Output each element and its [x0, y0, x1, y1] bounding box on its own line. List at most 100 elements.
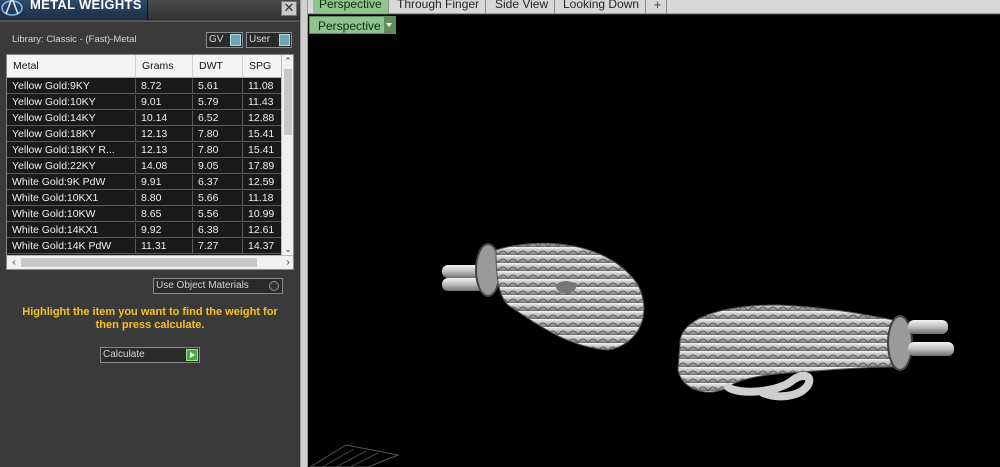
- scroll-up-icon[interactable]: ⌃: [282, 55, 293, 67]
- cell-dwt[interactable]: 6.38: [193, 223, 243, 238]
- cell-metal[interactable]: Yellow Gold:9KY: [7, 79, 136, 94]
- close-icon[interactable]: ✕: [284, 0, 295, 15]
- cell-spg[interactable]: 11.43: [243, 95, 283, 110]
- scroll-down-icon[interactable]: ⌄: [282, 243, 293, 255]
- cell-metal[interactable]: Yellow Gold:22KY: [7, 159, 136, 174]
- table-row[interactable]: Yellow Gold:10KY 9.01 5.79 11.43: [7, 95, 283, 110]
- cell-grams[interactable]: 8.72: [136, 79, 193, 94]
- cell-dwt[interactable]: 5.56: [193, 207, 243, 222]
- cell-grams[interactable]: 14.08: [136, 159, 193, 174]
- table-row[interactable]: White Gold:14K PdW 11.31 7.27 14.37: [7, 239, 283, 254]
- scroll-left-icon[interactable]: ‹: [7, 256, 21, 269]
- calculate-label: Calculate: [103, 349, 145, 360]
- user-label: User: [249, 34, 271, 45]
- cell-spg[interactable]: 15.41: [243, 127, 283, 142]
- gv-toggle[interactable]: GV: [206, 32, 243, 48]
- library-label: Library: Classic - (Fast)-Metal: [12, 34, 137, 45]
- cell-grams[interactable]: 9.92: [136, 223, 193, 238]
- table-body: Yellow Gold:9KY 8.72 5.61 11.08 Yellow Gold:…: [7, 79, 283, 255]
- calculate-button[interactable]: Calculate: [100, 347, 200, 363]
- panel-header: METAL WEIGHTS ✕: [0, 0, 300, 20]
- vertical-scroll-thumb[interactable]: [284, 69, 292, 135]
- horizontal-scroll-thumb[interactable]: [21, 258, 257, 267]
- table-row[interactable]: Yellow Gold:14KY 10.14 6.52 12.88: [7, 111, 283, 126]
- column-header-dwt[interactable]: DWT: [193, 55, 243, 78]
- metal-table: Metal Grams DWT SPG Yellow Gold:9KY 8.72 5…: [6, 54, 294, 270]
- table-row[interactable]: White Gold:14KX1 9.92 6.38 12.61: [7, 223, 283, 238]
- cell-dwt[interactable]: 9.05: [193, 159, 243, 174]
- table-row[interactable]: White Gold:10KX1 8.80 5.66 11.18: [7, 191, 283, 206]
- cell-spg[interactable]: 12.88: [243, 111, 283, 126]
- cell-grams[interactable]: 10.14: [136, 111, 193, 126]
- tab-perspective[interactable]: Perspective: [313, 0, 389, 13]
- plus-icon[interactable]: +: [649, 0, 667, 13]
- use-object-materials-toggle[interactable]: Use Object Materials: [153, 278, 283, 294]
- cell-spg[interactable]: 14.37: [243, 239, 283, 254]
- snake-tail-model[interactable]: [677, 304, 954, 401]
- table-row[interactable]: Yellow Gold:22KY 14.08 9.05 17.89: [7, 159, 283, 174]
- snake-head-model[interactable]: [442, 242, 645, 351]
- play-arrow-icon[interactable]: [186, 349, 198, 361]
- cell-grams[interactable]: 11.31: [136, 239, 193, 254]
- cell-dwt[interactable]: 7.27: [193, 239, 243, 254]
- gv-toggle-indicator[interactable]: [230, 34, 241, 46]
- table-row[interactable]: Yellow Gold:18KY 12.13 7.80 15.41: [7, 127, 283, 142]
- column-header-grams[interactable]: Grams: [136, 55, 193, 78]
- scroll-right-icon[interactable]: ›: [281, 256, 293, 269]
- cell-metal[interactable]: White Gold:14K PdW: [7, 239, 136, 254]
- close-button[interactable]: ✕: [281, 1, 297, 16]
- panel-splitter[interactable]: [300, 0, 308, 467]
- cell-dwt[interactable]: 5.61: [193, 79, 243, 94]
- cell-spg[interactable]: 11.18: [243, 191, 283, 206]
- radio-icon[interactable]: [269, 281, 279, 291]
- user-toggle-indicator[interactable]: [279, 34, 290, 46]
- cell-dwt[interactable]: 7.80: [193, 127, 243, 142]
- cell-spg[interactable]: 11.08: [243, 79, 283, 94]
- cell-dwt[interactable]: 7.80: [193, 143, 243, 158]
- tab-side-view[interactable]: Side View: [489, 0, 556, 13]
- cell-metal[interactable]: Yellow Gold:14KY: [7, 111, 136, 126]
- cell-metal[interactable]: Yellow Gold:18KY R...: [7, 143, 136, 158]
- 3d-viewport[interactable]: Perspective: [308, 15, 1000, 467]
- cell-metal[interactable]: White Gold:10KW: [7, 207, 136, 222]
- table-row[interactable]: Yellow Gold:18KY R... 12.13 7.80 15.41: [7, 143, 283, 158]
- cell-grams[interactable]: 8.65: [136, 207, 193, 222]
- clasp-pin-right-top: [908, 320, 948, 334]
- chevron-down-icon[interactable]: [384, 17, 395, 33]
- cell-metal[interactable]: Yellow Gold:10KY: [7, 95, 136, 110]
- view-dropdown[interactable]: Perspective: [309, 16, 396, 34]
- cell-dwt[interactable]: 5.66: [193, 191, 243, 206]
- view-dropdown-label: Perspective: [318, 19, 381, 33]
- cell-dwt[interactable]: 6.37: [193, 175, 243, 190]
- cell-spg[interactable]: 15.41: [243, 143, 283, 158]
- cell-spg[interactable]: 10.99: [243, 207, 283, 222]
- cell-spg[interactable]: 17.89: [243, 159, 283, 174]
- cell-grams[interactable]: 8.80: [136, 191, 193, 206]
- cell-metal[interactable]: Yellow Gold:18KY: [7, 127, 136, 142]
- table-row[interactable]: White Gold:10KW 8.65 5.56 10.99: [7, 207, 283, 222]
- table-row[interactable]: Yellow Gold:9KY 8.72 5.61 11.08: [7, 79, 283, 94]
- vertical-scrollbar[interactable]: ⌃ ⌄: [281, 55, 293, 255]
- tab-looking-down[interactable]: Looking Down: [557, 0, 647, 13]
- column-header-metal[interactable]: Metal: [7, 55, 136, 78]
- ground-grid: [309, 444, 400, 467]
- user-toggle[interactable]: User: [246, 32, 292, 48]
- panel-separator: [0, 20, 300, 22]
- tab-through-finger[interactable]: Through Finger: [391, 0, 487, 13]
- cell-grams[interactable]: 12.13: [136, 143, 193, 158]
- 3d-scene[interactable]: [308, 15, 1000, 467]
- cell-dwt[interactable]: 5.79: [193, 95, 243, 110]
- cell-dwt[interactable]: 6.52: [193, 111, 243, 126]
- cell-spg[interactable]: 12.61: [243, 223, 283, 238]
- cell-metal[interactable]: White Gold:10KX1: [7, 191, 136, 206]
- cell-grams[interactable]: 9.91: [136, 175, 193, 190]
- cell-grams[interactable]: 9.01: [136, 95, 193, 110]
- cell-grams[interactable]: 12.13: [136, 127, 193, 142]
- cell-metal[interactable]: White Gold:9K PdW: [7, 175, 136, 190]
- cell-metal[interactable]: White Gold:14KX1: [7, 223, 136, 238]
- horizontal-scrollbar[interactable]: ‹ ›: [7, 255, 293, 269]
- cell-spg[interactable]: 12.59: [243, 175, 283, 190]
- table-row[interactable]: White Gold:9K PdW 9.91 6.37 12.59: [7, 175, 283, 190]
- snake-eye: [556, 281, 576, 293]
- gv-label: GV: [209, 34, 224, 45]
